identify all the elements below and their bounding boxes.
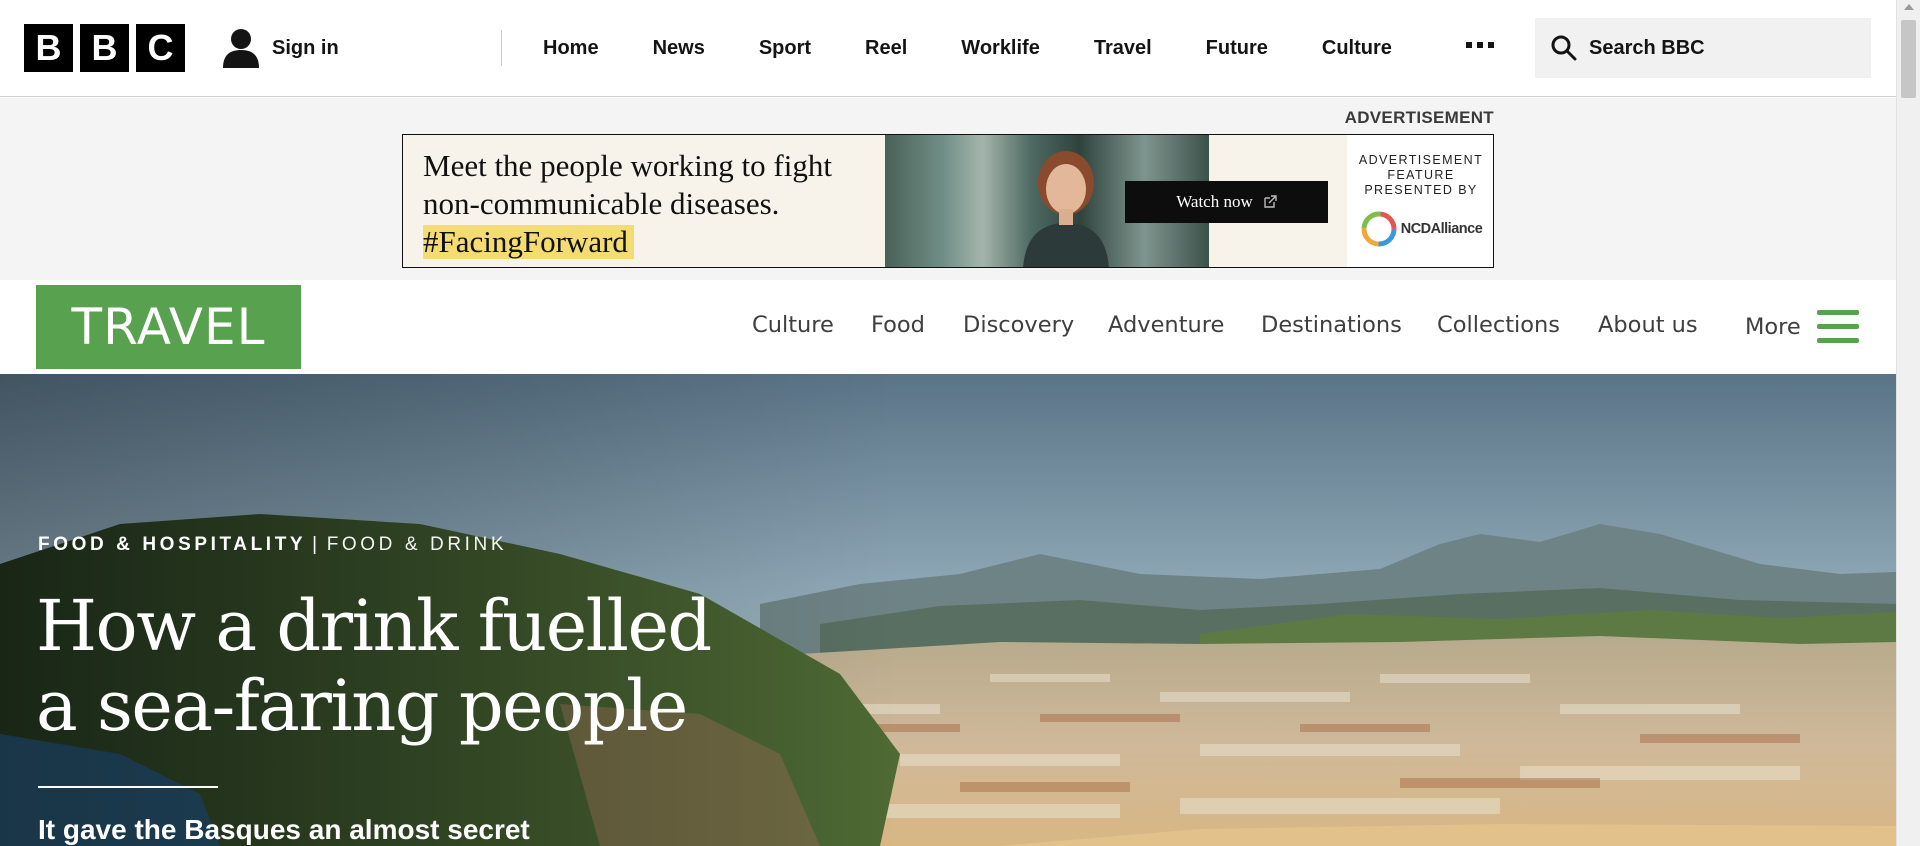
ad-copy: Meet the people working to fight non-com… [423, 147, 832, 261]
bbc-global-header: B B C Sign in Home News Sport Reel Workl… [0, 0, 1896, 97]
ad-hashtag: #FacingForward [423, 225, 634, 259]
search-icon [1551, 35, 1577, 61]
nav-link-home[interactable]: Home [516, 37, 626, 60]
travel-nav-destinations[interactable]: Destinations [1261, 312, 1402, 338]
sign-in-link[interactable]: Sign in [222, 28, 339, 68]
ellipsis-icon[interactable] [1466, 42, 1494, 48]
travel-nav-adventure[interactable]: Adventure [1108, 312, 1224, 338]
travel-header: TRAVEL Culture Food Discovery Adventure … [0, 280, 1896, 374]
nav-divider [501, 30, 502, 66]
page-scrollbar[interactable] [1896, 0, 1920, 846]
travel-nav-about-us[interactable]: About us [1598, 312, 1698, 338]
bbc-logo-letter: C [136, 24, 185, 72]
travel-nav-discovery[interactable]: Discovery [963, 312, 1074, 338]
scroll-up-arrow-icon[interactable] [1904, 4, 1914, 10]
user-icon [223, 29, 259, 68]
nav-link-worklife[interactable]: Worklife [934, 37, 1067, 60]
ad-feature-label: ADVERTISEMENT FEATURE PRESENTED BY [1358, 153, 1484, 197]
travel-more-menu-button[interactable]: More [1745, 310, 1859, 343]
bbc-logo-letter: B [24, 24, 73, 72]
sign-in-label: Sign in [272, 36, 339, 59]
global-nav-links: Home News Sport Reel Worklife Travel Fut… [516, 0, 1419, 97]
advertisement-label: ADVERTISEMENT [1344, 108, 1494, 127]
nav-link-culture[interactable]: Culture [1295, 37, 1419, 60]
hero-section: FOOD & HOSPITALITY | FOOD & DRINK How a dr… [0, 374, 1896, 846]
more-label: More [1745, 313, 1801, 340]
article-standfirst: It gave the Basques an almost secret [38, 814, 530, 845]
ad-line-1: Meet the people working to fight [423, 148, 832, 183]
ad-banner[interactable]: Meet the people working to fight non-com… [402, 134, 1494, 268]
kicker-separator: | [312, 534, 321, 555]
nav-link-news[interactable]: News [626, 37, 732, 60]
headline-line-2: a sea-faring people [36, 665, 688, 747]
ncd-alliance-wordmark: NCDAlliance [1400, 221, 1483, 237]
travel-nav-food[interactable]: Food [871, 312, 925, 338]
hero-kicker: FOOD & HOSPITALITY | FOOD & DRINK [38, 534, 507, 556]
kicker-food-drink-link[interactable]: FOOD & DRINK [327, 534, 507, 555]
hamburger-menu-icon [1816, 310, 1859, 343]
ad-portrait-image [1023, 151, 1109, 267]
nav-link-travel[interactable]: Travel [1067, 37, 1179, 60]
ad-sponsor-panel: ADVERTISEMENT FEATURE PRESENTED BY NCDAl… [1347, 135, 1493, 267]
headline-line-1: How a drink fuelled [36, 585, 712, 667]
advertisement-section: ADVERTISEMENT Meet the people working to… [0, 98, 1896, 280]
search-bbc-input[interactable]: Search BBC [1535, 18, 1871, 78]
nav-link-reel[interactable]: Reel [838, 37, 934, 60]
article-headline: How a drink fuelled a sea-faring people [36, 586, 796, 746]
ncd-alliance-logo: NCDAlliance [1360, 210, 1483, 248]
search-placeholder: Search BBC [1589, 36, 1705, 59]
travel-nav: Culture Food Discovery Adventure Destina… [0, 280, 1896, 374]
ad-line-2: non-communicable diseases. [423, 186, 780, 221]
external-link-icon [1264, 195, 1277, 208]
ad-watch-now-label: Watch now [1176, 192, 1253, 211]
bbc-logo[interactable]: B B C [24, 24, 185, 72]
kicker-food-hospitality-link[interactable]: FOOD & HOSPITALITY [38, 534, 306, 555]
hero-divider [38, 786, 218, 788]
travel-nav-culture[interactable]: Culture [752, 312, 834, 338]
ad-watch-now-button[interactable]: Watch now [1125, 181, 1328, 223]
ncd-ring-icon [1361, 211, 1397, 247]
nav-link-sport[interactable]: Sport [732, 37, 838, 60]
scrollbar-thumb[interactable] [1901, 20, 1916, 98]
nav-link-future[interactable]: Future [1179, 37, 1295, 60]
travel-nav-collections[interactable]: Collections [1437, 312, 1560, 338]
bbc-logo-letter: B [80, 24, 129, 72]
